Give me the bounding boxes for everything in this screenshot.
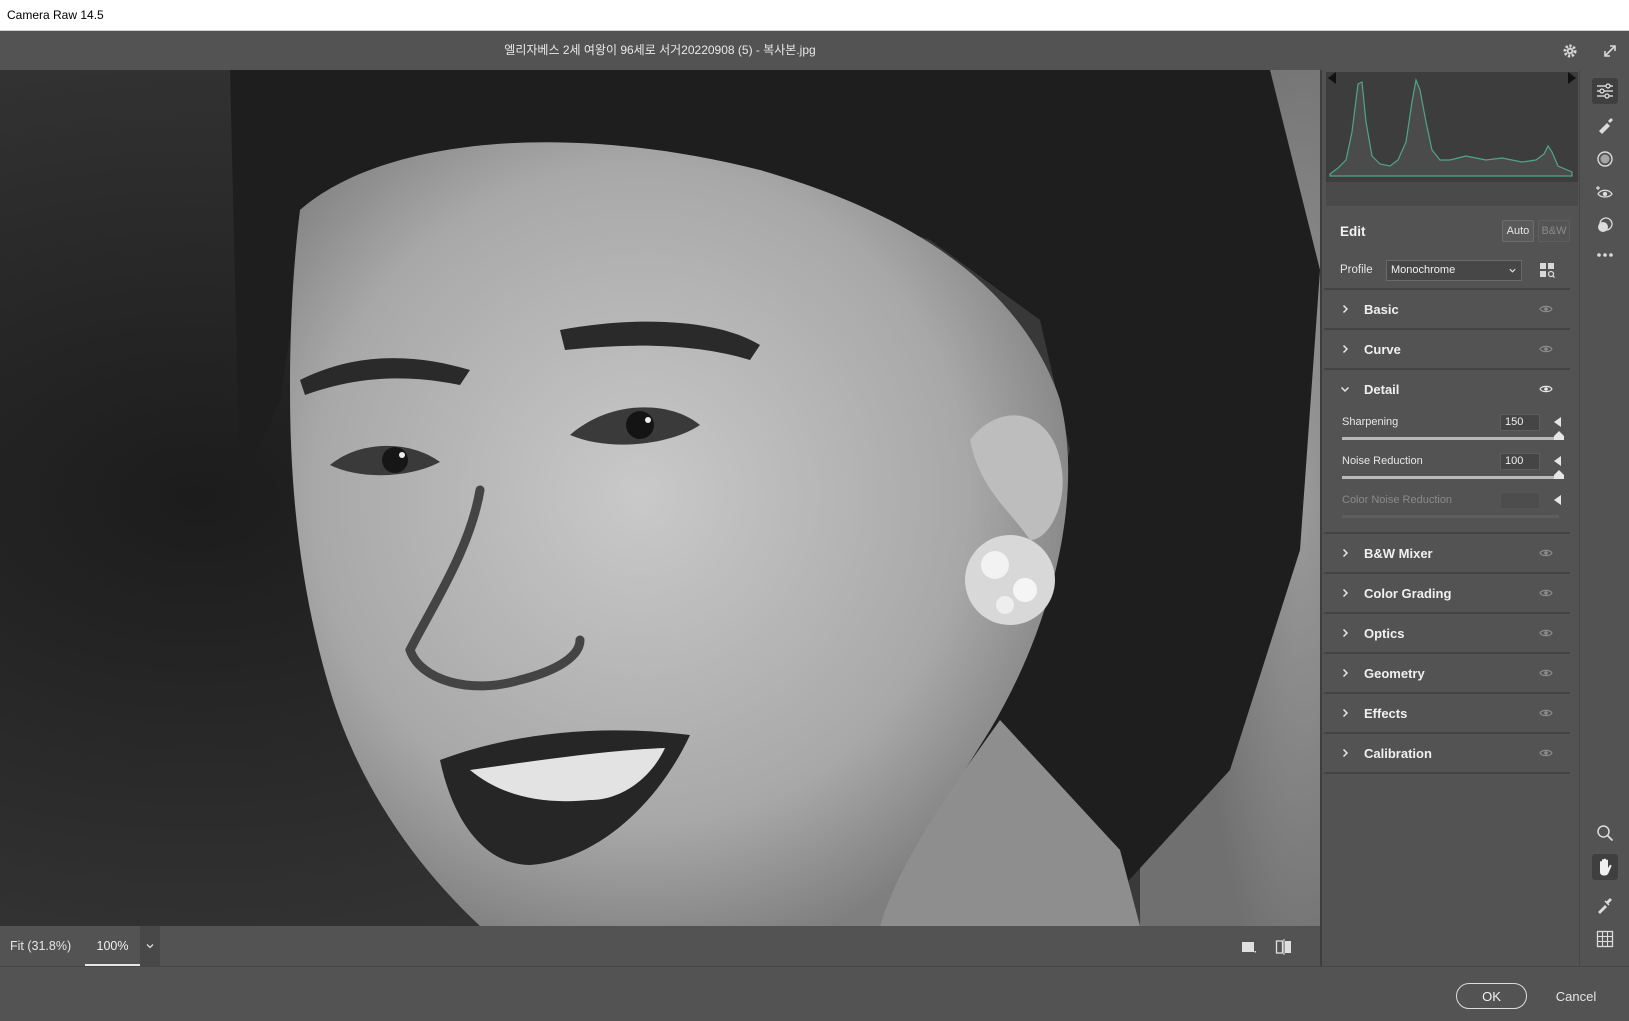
visibility-eye-icon[interactable] bbox=[1536, 668, 1556, 678]
section-geometry-label: Geometry bbox=[1364, 665, 1425, 681]
chevron-right-icon bbox=[1340, 708, 1360, 718]
section-calibration-label: Calibration bbox=[1364, 745, 1432, 761]
histogram bbox=[1326, 72, 1578, 182]
section-curve-label: Curve bbox=[1364, 341, 1401, 357]
color-noise-reduction-slider: Color Noise Reduction bbox=[1342, 492, 1572, 528]
section-optics[interactable]: Optics bbox=[1324, 612, 1570, 652]
visibility-eye-icon[interactable] bbox=[1536, 344, 1556, 354]
section-geometry[interactable]: Geometry bbox=[1324, 652, 1570, 692]
sharpening-label: Sharpening bbox=[1342, 416, 1399, 428]
presets-icon[interactable] bbox=[1592, 212, 1618, 238]
profile-browser-icon[interactable] bbox=[1538, 261, 1556, 279]
edit-title: Edit bbox=[1340, 223, 1366, 239]
chevron-right-icon bbox=[1340, 628, 1360, 638]
sharpening-value[interactable]: 150 bbox=[1500, 414, 1540, 431]
slider-track[interactable] bbox=[1342, 437, 1559, 440]
edit-panel: Edit Auto B&W Profile Monochrome Basic C… bbox=[1320, 70, 1578, 966]
visibility-eye-icon[interactable] bbox=[1536, 548, 1556, 558]
chevron-right-icon bbox=[1340, 548, 1360, 558]
visibility-eye-icon[interactable] bbox=[1536, 588, 1556, 598]
chevron-right-icon bbox=[1340, 668, 1360, 678]
profile-label: Profile bbox=[1340, 264, 1373, 276]
noise-reduction-label: Noise Reduction bbox=[1342, 455, 1423, 467]
chevron-right-icon bbox=[1340, 588, 1360, 598]
zoom-level-button[interactable]: 100% bbox=[85, 926, 140, 966]
file-header: 엘리자베스 2세 여왕이 96세로 서거20220908 (5) - 복사본.j… bbox=[0, 31, 1629, 70]
profile-row: Profile Monochrome bbox=[1340, 258, 1570, 282]
edit-sliders-icon[interactable] bbox=[1592, 78, 1618, 104]
visibility-eye-icon[interactable] bbox=[1536, 628, 1556, 638]
gear-icon[interactable] bbox=[1560, 41, 1580, 61]
more-icon[interactable] bbox=[1592, 242, 1618, 268]
shadow-clipping-icon bbox=[1328, 72, 1336, 84]
ok-button[interactable]: OK bbox=[1456, 983, 1527, 1009]
histogram-divider bbox=[1326, 182, 1578, 206]
window-titlebar: Camera Raw 14.5 bbox=[0, 0, 1629, 31]
slider-fill bbox=[1342, 476, 1559, 479]
slider-thumb[interactable] bbox=[1554, 470, 1564, 479]
red-eye-icon[interactable] bbox=[1592, 180, 1618, 206]
section-bw-mixer-label: B&W Mixer bbox=[1364, 545, 1433, 561]
section-curve[interactable]: Curve bbox=[1324, 328, 1570, 368]
slider-thumb[interactable] bbox=[1554, 431, 1564, 440]
file-name: 엘리자베스 2세 여왕이 96세로 서거20220908 (5) - 복사본.j… bbox=[504, 43, 816, 57]
healing-brush-icon[interactable] bbox=[1592, 112, 1618, 138]
sharpening-slider[interactable]: Sharpening 150 bbox=[1342, 414, 1572, 450]
white-balance-icon[interactable] bbox=[1592, 892, 1618, 918]
chevron-down-icon bbox=[146, 944, 154, 949]
mask-icon[interactable] bbox=[1592, 146, 1618, 172]
section-effects-label: Effects bbox=[1364, 705, 1408, 721]
color-noise-reduction-label: Color Noise Reduction bbox=[1342, 494, 1453, 506]
cancel-button[interactable]: Cancel bbox=[1546, 983, 1606, 1009]
chevron-down-icon bbox=[1509, 268, 1516, 273]
tool-strip bbox=[1579, 70, 1629, 966]
section-basic[interactable]: Basic bbox=[1324, 288, 1570, 328]
before-after-icon[interactable] bbox=[1273, 936, 1295, 958]
image-preview[interactable] bbox=[0, 70, 1320, 926]
auto-button[interactable]: Auto bbox=[1502, 220, 1534, 242]
profile-select[interactable]: Monochrome bbox=[1386, 259, 1522, 281]
chevron-right-icon bbox=[1340, 344, 1360, 354]
zoom-dropdown[interactable] bbox=[140, 926, 160, 966]
zoom-icon[interactable] bbox=[1592, 820, 1618, 846]
reset-arrow-icon[interactable] bbox=[1554, 417, 1562, 427]
edit-header: Edit Auto B&W bbox=[1340, 218, 1570, 244]
fit-zoom-button[interactable]: Fit (31.8%) bbox=[0, 939, 85, 953]
slider-track bbox=[1342, 515, 1559, 518]
section-calibration[interactable]: Calibration bbox=[1324, 732, 1570, 774]
noise-reduction-slider[interactable]: Noise Reduction 100 bbox=[1342, 453, 1572, 489]
hand-icon[interactable] bbox=[1592, 854, 1618, 880]
window-title: Camera Raw 14.5 bbox=[7, 8, 104, 22]
profile-value: Monochrome bbox=[1391, 264, 1456, 276]
section-effects[interactable]: Effects bbox=[1324, 692, 1570, 732]
reset-arrow-icon bbox=[1554, 495, 1561, 505]
slider-fill bbox=[1342, 437, 1559, 440]
chevron-down-icon bbox=[1340, 384, 1360, 394]
slider-track[interactable] bbox=[1342, 476, 1559, 479]
section-color-grading[interactable]: Color Grading bbox=[1324, 572, 1570, 612]
section-detail[interactable]: Detail bbox=[1324, 368, 1570, 408]
visibility-eye-icon[interactable] bbox=[1536, 708, 1556, 718]
color-noise-reduction-value bbox=[1500, 492, 1540, 509]
chevron-right-icon bbox=[1340, 304, 1360, 314]
expand-icon[interactable] bbox=[1600, 41, 1620, 61]
visibility-eye-icon[interactable] bbox=[1536, 384, 1556, 394]
dialog-actions: OK Cancel bbox=[0, 966, 1629, 1021]
single-view-icon[interactable] bbox=[1237, 936, 1259, 958]
grid-icon[interactable] bbox=[1592, 926, 1618, 952]
section-detail-label: Detail bbox=[1364, 381, 1400, 397]
visibility-eye-icon[interactable] bbox=[1536, 304, 1556, 314]
chevron-right-icon bbox=[1340, 748, 1360, 758]
section-color-grading-label: Color Grading bbox=[1364, 585, 1452, 601]
highlight-clipping-icon bbox=[1568, 72, 1576, 84]
visibility-eye-icon[interactable] bbox=[1536, 748, 1556, 758]
reset-arrow-icon[interactable] bbox=[1554, 456, 1562, 466]
section-bw-mixer[interactable]: B&W Mixer bbox=[1324, 532, 1570, 572]
image-statusbar: Fit (31.8%) 100% bbox=[0, 926, 1320, 966]
section-basic-label: Basic bbox=[1364, 301, 1399, 317]
noise-reduction-value[interactable]: 100 bbox=[1500, 453, 1540, 470]
section-optics-label: Optics bbox=[1364, 625, 1405, 641]
bw-button[interactable]: B&W bbox=[1538, 220, 1570, 242]
